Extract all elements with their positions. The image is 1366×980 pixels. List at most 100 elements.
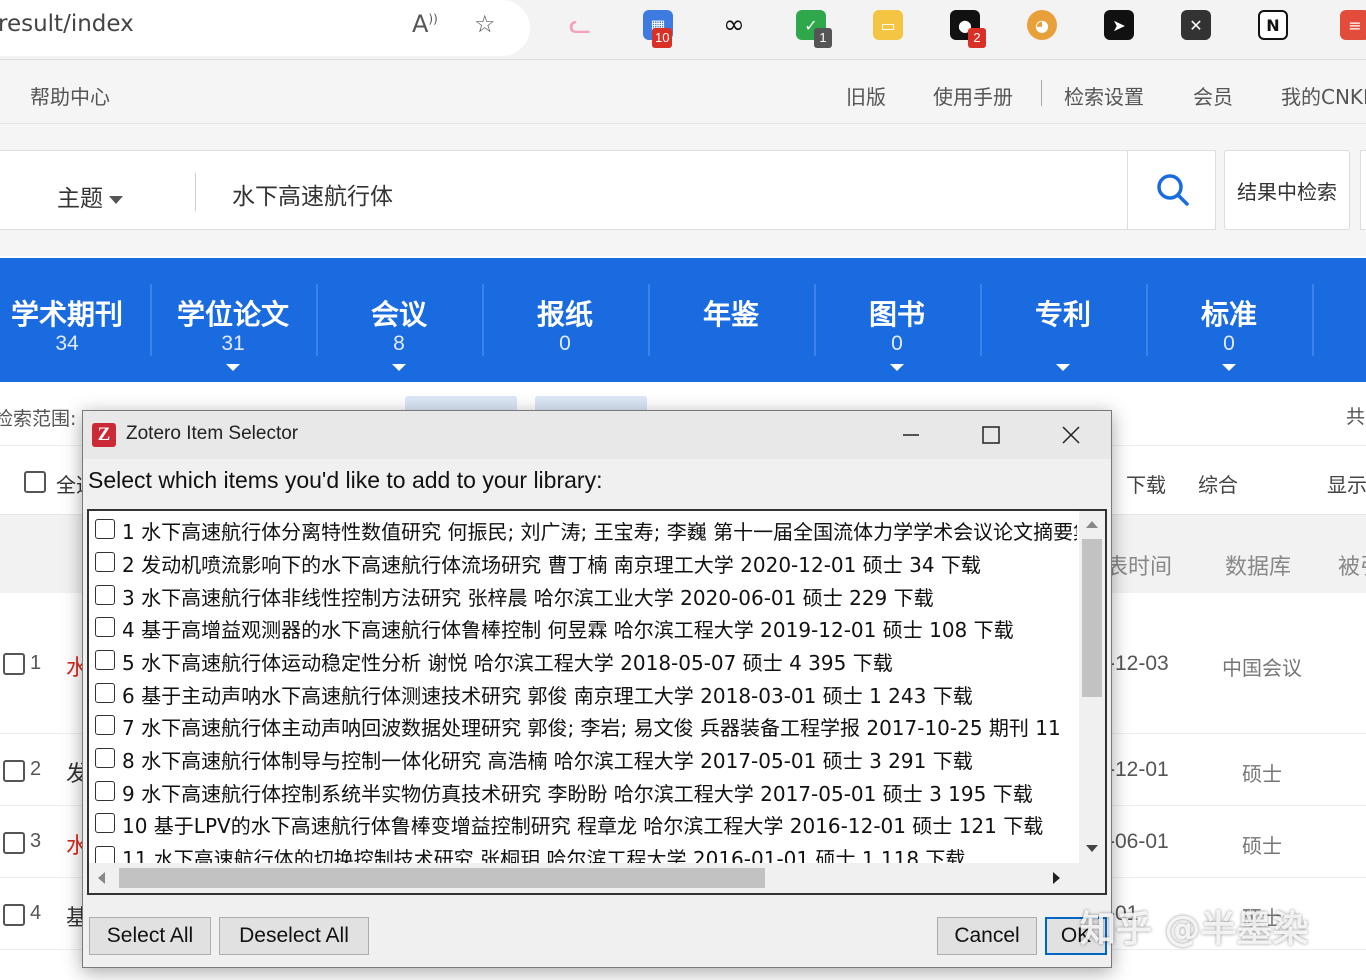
extension-badge: 10	[652, 28, 673, 48]
row-checkbox[interactable]	[3, 653, 25, 675]
my-cnki-link[interactable]: 我的CNKI	[1281, 81, 1366, 110]
dialog-titlebar[interactable]: Z Zotero Item Selector	[83, 411, 1111, 459]
tab-label: 报纸	[536, 298, 593, 331]
deselect-all-button[interactable]: Deselect All	[219, 917, 369, 955]
item-checkbox[interactable]	[95, 846, 115, 863]
row-number: 1	[30, 652, 42, 674]
tab-journals[interactable]: 学术期刊 34	[0, 258, 150, 382]
cancel-button[interactable]: Cancel	[937, 917, 1037, 955]
cat-extension-icon[interactable]: ᓚ	[565, 10, 595, 40]
sort-by-download[interactable]: 下载	[1126, 469, 1166, 498]
list-item[interactable]: 5 水下高速航行体运动稳定性分析 谢悦 哈尔滨工程大学 2018-05-07 硕…	[89, 645, 1077, 677]
item-label: 3 水下高速航行体非线性控制方法研究 张梓晨 哈尔滨工业大学 2020-06-0…	[122, 586, 934, 610]
list-item[interactable]: 8 水下高速航行体制导与控制一体化研究 高浩楠 哈尔滨工程大学 2017-05-…	[89, 743, 1077, 775]
dialog-prompt: Select which items you'd like to add to …	[88, 467, 603, 493]
send-extension-icon[interactable]: ➤	[1104, 10, 1134, 40]
horizontal-scrollbar[interactable]	[89, 863, 1105, 893]
search-input[interactable]: 水下高速航行体	[232, 177, 393, 211]
list-item[interactable]: 4 基于高增益观测器的水下高速航行体鲁棒控制 何昱霖 哈尔滨工程大学 2019-…	[89, 612, 1077, 644]
scroll-up-icon[interactable]	[1086, 521, 1098, 528]
list-item[interactable]: 11 水下高速航行体的切换控制技术研究 张桐玥 哈尔滨工程大学 2016-01-…	[89, 841, 1077, 863]
member-link[interactable]: 会员	[1193, 81, 1233, 110]
row-checkbox[interactable]	[3, 760, 25, 782]
tab-label: 学位论文	[176, 298, 289, 331]
address-bar[interactable]: result/index A)) ☆	[0, 0, 530, 56]
tab-standards[interactable]: 标准 0	[1146, 258, 1312, 382]
advanced-search-button[interactable]	[1360, 150, 1366, 230]
search-field-select[interactable]: 主题	[57, 179, 123, 213]
scroll-right-icon[interactable]	[1053, 872, 1060, 884]
help-center-link[interactable]: 帮助中心	[30, 81, 110, 110]
select-all-button[interactable]: Select All	[89, 917, 211, 955]
item-label: 11 水下高速航行体的切换控制技术研究 张桐玥 哈尔滨工程大学 2016-01-…	[122, 847, 966, 863]
item-checkbox[interactable]	[95, 585, 115, 605]
item-checkbox[interactable]	[95, 748, 115, 768]
tab-label: 学术期刊	[10, 298, 123, 331]
url-text[interactable]: result/index	[0, 11, 134, 37]
list-item[interactable]: 3 水下高速航行体非线性控制方法研究 张梓晨 哈尔滨工业大学 2020-06-0…	[89, 580, 1077, 612]
header-publish-time[interactable]: 表时间	[1106, 549, 1172, 581]
search-within-results-button[interactable]: 结果中检索	[1224, 150, 1350, 230]
search-icon	[1156, 174, 1189, 206]
tab-conference[interactable]: 会议 8	[316, 258, 482, 382]
search-settings-link[interactable]: 检索设置	[1064, 81, 1144, 110]
list-item[interactable]: 7 水下高速航行体主动声呐回波数据处理研究 郭俊; 李岩; 易文俊 兵器装备工程…	[89, 710, 1077, 742]
close-button[interactable]	[1031, 411, 1111, 459]
watermark: 知乎 @半墨染	[1080, 909, 1309, 950]
select-all-checkbox[interactable]	[24, 471, 46, 493]
old-version-link[interactable]: 旧版	[846, 81, 886, 110]
item-checkbox[interactable]	[95, 617, 115, 637]
scroll-down-icon[interactable]	[1086, 845, 1098, 852]
item-checkbox[interactable]	[95, 813, 115, 833]
row-number: 3	[30, 830, 42, 852]
header-database[interactable]: 数据库	[1225, 549, 1291, 581]
category-tabs: 学术期刊 34 学位论文 31 会议 8 报纸 0 年鉴 图书 0 专利 标准 …	[0, 258, 1366, 382]
list-item[interactable]: 6 基于主动声呐水下高速航行体测速技术研究 郭俊 南京理工大学 2018-03-…	[89, 678, 1077, 710]
item-checkbox[interactable]	[95, 683, 115, 703]
item-label: 6 基于主动声呐水下高速航行体测速技术研究 郭俊 南京理工大学 2018-03-…	[122, 684, 973, 708]
tab-yearbook[interactable]: 年鉴	[648, 258, 814, 382]
x-extension-icon[interactable]: ✕	[1181, 10, 1211, 40]
search-button[interactable]	[1127, 151, 1217, 229]
item-checkbox[interactable]	[95, 519, 115, 539]
item-checkbox[interactable]	[95, 715, 115, 735]
globe-extension-icon[interactable]: ◕	[1027, 10, 1057, 40]
add-favorite-icon[interactable]: ☆	[474, 10, 496, 38]
tab-patents[interactable]: 专利	[980, 258, 1146, 382]
tab-label: 会议	[370, 298, 427, 331]
field-divider	[195, 173, 196, 211]
scroll-left-icon[interactable]	[98, 872, 105, 884]
tab-books[interactable]: 图书 0	[814, 258, 980, 382]
horizontal-scroll-thumb[interactable]	[119, 868, 765, 888]
maximize-button[interactable]	[951, 411, 1031, 459]
minimize-button[interactable]	[871, 411, 951, 459]
item-checkbox[interactable]	[95, 781, 115, 801]
row-checkbox[interactable]	[3, 832, 25, 854]
vertical-scrollbar[interactable]	[1079, 511, 1105, 863]
display-option[interactable]: 显示	[1327, 469, 1366, 498]
item-list-viewport: 1 水下高速航行体分离特性数值研究 何振民; 刘广涛; 王宝寿; 李巍 第十一届…	[89, 511, 1077, 863]
header-cited[interactable]: 被引	[1338, 549, 1366, 581]
read-aloud-icon[interactable]: A))	[412, 10, 438, 38]
list-item[interactable]: 9 水下高速航行体控制系统半实物仿真技术研究 李盼盼 哈尔滨工程大学 2017-…	[89, 776, 1077, 808]
result-total: 共	[1346, 406, 1366, 428]
infinity-extension-icon[interactable]: ∞	[719, 10, 749, 40]
list-extension-icon[interactable]: ≡	[1340, 10, 1366, 40]
vertical-scroll-thumb[interactable]	[1082, 539, 1102, 697]
list-item[interactable]: 1 水下高速航行体分离特性数值研究 何振民; 刘广涛; 王宝寿; 李巍 第十一届…	[89, 514, 1077, 546]
row-number: 4	[30, 902, 42, 924]
item-checkbox[interactable]	[95, 650, 115, 670]
list-item[interactable]: 10 基于LPV的水下高速航行体鲁棒变增益控制研究 程章龙 哈尔滨工程大学 20…	[89, 808, 1077, 840]
list-item[interactable]: 2 发动机喷流影响下的水下高速航行体流场研究 曹丁楠 南京理工大学 2020-1…	[89, 547, 1077, 579]
manual-link[interactable]: 使用手册	[933, 81, 1013, 110]
tab-newspaper[interactable]: 报纸 0	[482, 258, 648, 382]
sort-overall[interactable]: 综合	[1198, 469, 1238, 498]
row-date: -12-03	[1108, 652, 1169, 675]
tab-theses[interactable]: 学位论文 31	[150, 258, 316, 382]
folder-extension-icon[interactable]: ▭	[873, 10, 903, 40]
row-checkbox[interactable]	[3, 904, 25, 926]
item-label: 4 基于高增益观测器的水下高速航行体鲁棒控制 何昱霖 哈尔滨工程大学 2019-…	[122, 618, 1014, 642]
row-database: 中国会议	[1222, 656, 1302, 680]
notion-extension-icon[interactable]: N	[1258, 10, 1288, 40]
item-checkbox[interactable]	[95, 552, 115, 572]
